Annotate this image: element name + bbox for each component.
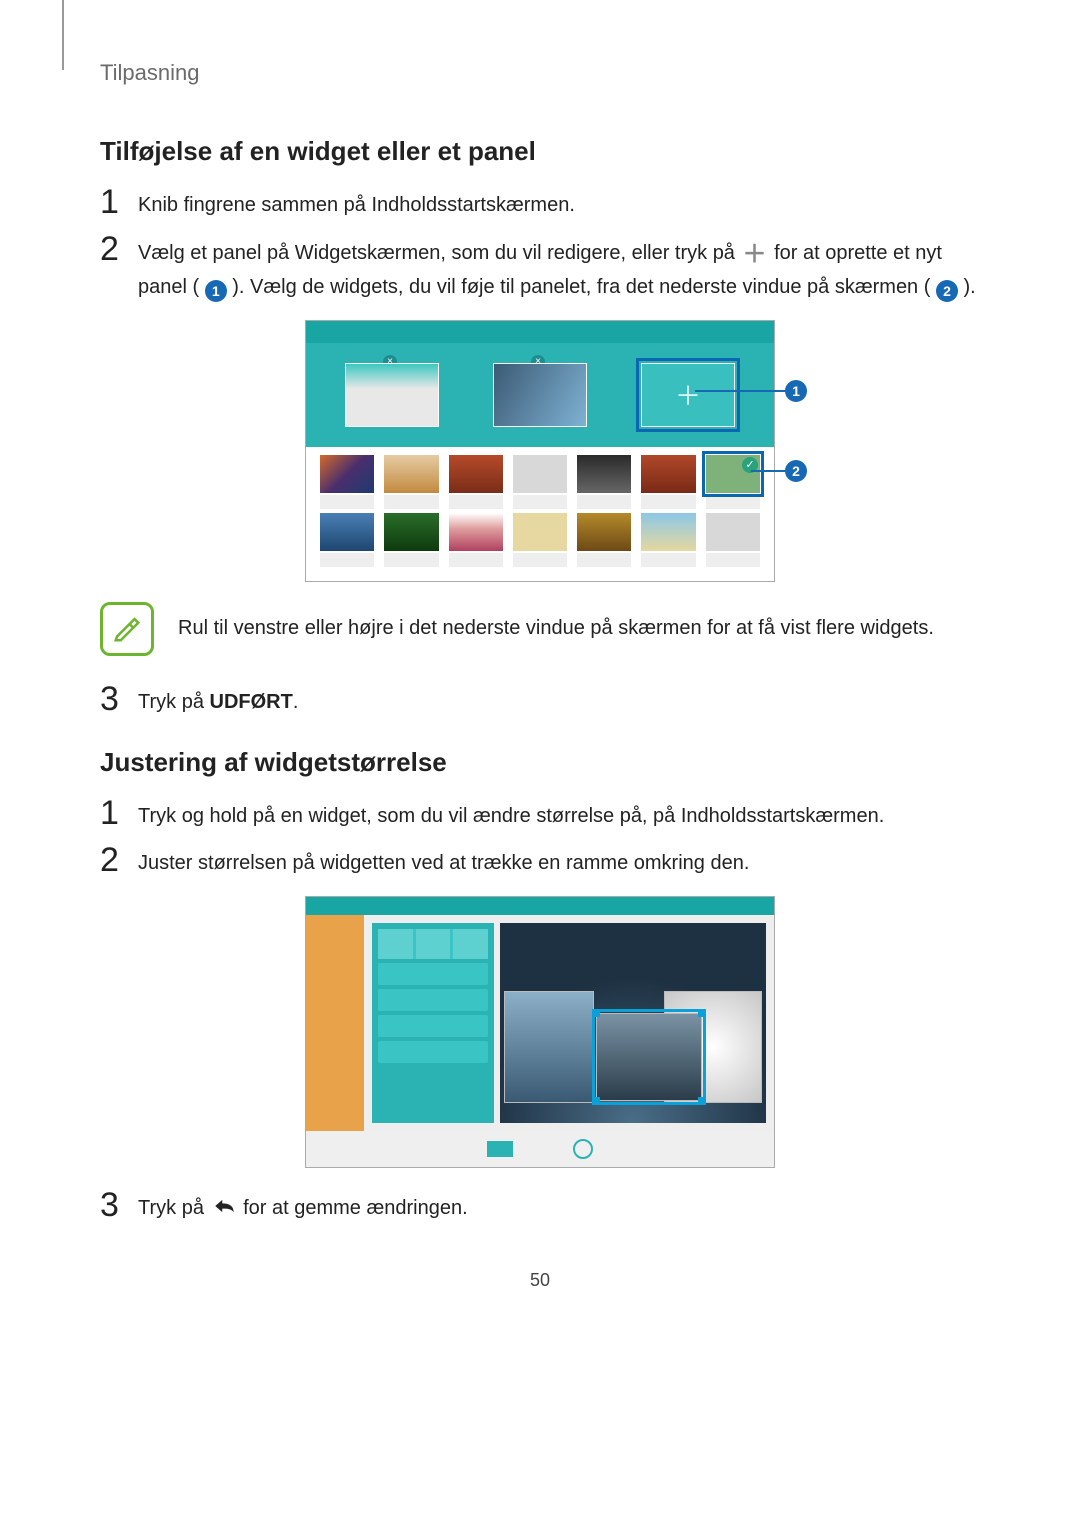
layout-tab-icon xyxy=(573,1139,593,1159)
step-2-2: 2 Juster størrelsen på widgetten ved at … xyxy=(100,843,980,878)
text-part: ). Vælg de widgets, du vil føje til pane… xyxy=(227,276,936,298)
figure-widget-panel: × × ＋ ✓ xyxy=(305,320,775,582)
panel-thumb xyxy=(345,363,439,427)
panel-thumb xyxy=(493,363,587,427)
breadcrumb: Tilpasning xyxy=(100,60,980,86)
note-text: Rul til venstre eller højre i det neders… xyxy=(178,602,934,642)
text-part: Vælg et panel på Widgetskærmen, som du v… xyxy=(138,242,741,264)
note: Rul til venstre eller højre i det neders… xyxy=(100,602,980,656)
widgets-tab-icon xyxy=(487,1141,513,1157)
heading-add-widget: Tilføjelse af en widget eller et panel xyxy=(100,136,980,167)
callout-2: 2 xyxy=(751,460,807,482)
plus-icon: ＋ xyxy=(741,238,769,273)
step-2-3: 3 Tryk på for at gemme ændringen. xyxy=(100,1188,980,1226)
callout-ref-2: 2 xyxy=(936,280,958,302)
step-text: Tryk på UDFØRT. xyxy=(138,682,298,717)
note-icon xyxy=(100,602,154,656)
callout-ref-1: 1 xyxy=(205,280,227,302)
page-number: 50 xyxy=(100,1270,980,1291)
step-1-1: 1 Knib fingrene sammen på Indholdsstarts… xyxy=(100,185,980,220)
done-label: UDFØRT xyxy=(210,691,293,713)
step-number: 2 xyxy=(100,843,138,877)
step-number: 1 xyxy=(100,796,138,830)
step-number: 3 xyxy=(100,1188,138,1222)
step-text: Tryk på for at gemme ændringen. xyxy=(138,1188,468,1226)
step-text: Tryk og hold på en widget, som du vil æn… xyxy=(138,796,884,831)
step-text: Knib fingrene sammen på Indholdsstartskæ… xyxy=(138,185,575,220)
back-icon xyxy=(210,1195,238,1226)
step-1-2: 2 Vælg et panel på Widgetskærmen, som du… xyxy=(100,232,980,302)
heading-resize-widget: Justering af widgetstørrelse xyxy=(100,747,980,778)
step-number: 2 xyxy=(100,232,138,266)
text-part: ). xyxy=(958,276,976,298)
step-text: Vælg et panel på Widgetskærmen, som du v… xyxy=(138,232,980,302)
step-text: Juster størrelsen på widgetten ved at tr… xyxy=(138,843,749,878)
step-number: 1 xyxy=(100,185,138,219)
step-number: 3 xyxy=(100,682,138,716)
step-2-1: 1 Tryk og hold på en widget, som du vil … xyxy=(100,796,980,831)
step-1-3: 3 Tryk på UDFØRT. xyxy=(100,682,980,717)
figure-resize-widget xyxy=(305,896,775,1168)
callout-1: 1 xyxy=(695,380,807,402)
margin-rule xyxy=(62,0,64,70)
widget-resize-selection xyxy=(596,1013,702,1101)
